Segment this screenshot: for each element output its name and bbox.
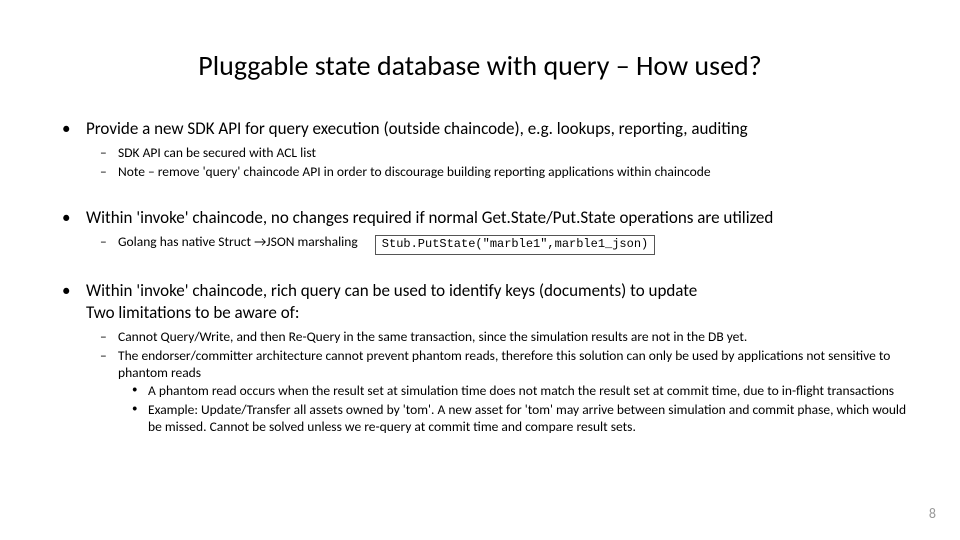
bullet-3-line1: Within 'invoke' chaincode, rich query ca… <box>86 280 697 301</box>
bullet-3-sub-2-sub-1: A phantom read occurs when the result se… <box>118 383 917 400</box>
bullet-3-sub-1: Cannot Query/Write, and then Re-Query in… <box>86 329 917 346</box>
bullet-3-sub-2: The endorser/committer architecture cann… <box>86 348 917 436</box>
page-number: 8 <box>929 505 936 522</box>
bullet-3-sub: Cannot Query/Write, and then Re-Query in… <box>86 329 917 436</box>
bullet-1: Provide a new SDK API for query executio… <box>62 118 917 181</box>
bullet-3-sub-2-text: The endorser/committer architecture cann… <box>118 347 890 381</box>
slide-title: Pluggable state database with query – Ho… <box>0 48 960 83</box>
bullet-2-sub-1-text: Golang has native Struct →JSON marshalin… <box>118 233 358 250</box>
bullet-list: Provide a new SDK API for query executio… <box>62 118 917 436</box>
bullet-1-sub: SDK API can be secured with ACL list Not… <box>86 145 917 181</box>
bullet-1-text: Provide a new SDK API for query executio… <box>86 118 748 139</box>
bullet-3-line2: Two limitations to be aware of: <box>86 302 299 323</box>
bullet-1-sub-1: SDK API can be secured with ACL list <box>86 145 917 162</box>
bullet-3-sub-2-sub: A phantom read occurs when the result se… <box>118 383 917 436</box>
bullet-2-sub-1: Golang has native Struct →JSON marshalin… <box>86 234 917 254</box>
bullet-2-text: Within 'invoke' chaincode, no changes re… <box>86 207 773 228</box>
slide: Pluggable state database with query – Ho… <box>0 0 960 540</box>
bullet-1-sub-2: Note – remove 'query' chaincode API in o… <box>86 164 917 181</box>
bullet-3: Within 'invoke' chaincode, rich query ca… <box>62 280 917 436</box>
code-snippet: Stub.PutState("marble1",marble1_json) <box>375 235 655 255</box>
bullet-3-sub-2-sub-2: Example: Update/Transfer all assets owne… <box>118 402 917 436</box>
bullet-2: Within 'invoke' chaincode, no changes re… <box>62 207 917 254</box>
slide-body: Provide a new SDK API for query executio… <box>62 118 917 440</box>
bullet-2-sub: Golang has native Struct →JSON marshalin… <box>86 234 917 254</box>
